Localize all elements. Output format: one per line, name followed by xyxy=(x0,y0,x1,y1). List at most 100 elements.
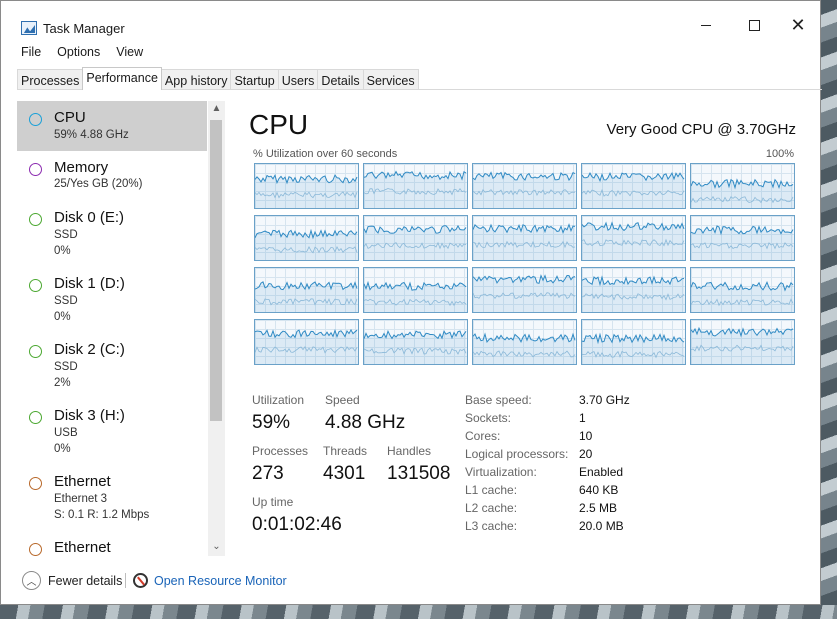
spec-label: Logical processors: xyxy=(465,447,569,461)
scroll-down-icon[interactable]: ⌄ xyxy=(211,541,222,552)
logical-processor-graph xyxy=(472,267,577,313)
menu-file[interactable]: File xyxy=(21,45,41,59)
utilization-area xyxy=(691,226,794,260)
threads-value: 4301 xyxy=(323,463,366,484)
resource-sidebar: CPU 59% 4.88 GHz Memory 25/Yes GB (20%) … xyxy=(17,99,226,557)
utilization-trace xyxy=(582,221,685,260)
utilization-value: 59% xyxy=(252,412,291,433)
close-icon: ✕ xyxy=(790,14,806,35)
sidebar-item-detail: SSD xyxy=(54,295,78,307)
utilization-trace xyxy=(255,281,358,312)
uptime-value: 0:01:02:46 xyxy=(252,514,342,535)
menu-bar: File Options View xyxy=(21,45,159,59)
maximize-icon xyxy=(748,19,760,31)
sidebar-item-disk-1[interactable]: Disk 1 (D:) SSD 0% xyxy=(17,271,207,331)
sidebar-item-ethernet-3[interactable]: Ethernet Ethernet 3 S: 0.1 R: 1.2 Mbps xyxy=(17,469,207,529)
scrollbar-thumb[interactable] xyxy=(210,120,222,421)
disk-status-dot-icon xyxy=(29,411,42,424)
utilization-trace xyxy=(255,174,358,208)
sidebar-item-detail: SSD xyxy=(54,361,78,373)
spec-value: 3.70 GHz xyxy=(579,393,630,407)
processes-label: Processes xyxy=(252,444,309,458)
minimize-icon xyxy=(701,24,711,26)
chevron-up-icon[interactable]: ︿ xyxy=(22,571,41,590)
sidebar-item-memory[interactable]: Memory 25/Yes GB (20%) xyxy=(17,155,207,199)
logical-processor-graph xyxy=(254,319,359,365)
sidebar-item-ethernet[interactable]: Ethernet xyxy=(17,535,207,557)
title-bar[interactable]: Task Manager ✕ xyxy=(1,1,820,41)
menu-options[interactable]: Options xyxy=(57,45,100,59)
threads-label: Threads xyxy=(323,444,368,458)
utilization-area xyxy=(473,172,576,208)
sidebar-item-disk-0[interactable]: Disk 0 (E:) SSD 0% xyxy=(17,205,207,265)
tab-startup[interactable]: Startup xyxy=(230,69,279,90)
logical-processor-graph xyxy=(581,215,686,261)
utilization-area xyxy=(364,225,467,260)
window-title: Task Manager xyxy=(43,21,125,36)
graph-max-label: 100% xyxy=(765,148,794,160)
scroll-up-icon[interactable]: ▲ xyxy=(211,103,222,114)
speed-label: Speed xyxy=(325,393,360,407)
spec-label: Base speed: xyxy=(465,393,532,407)
utilization-trace xyxy=(473,223,576,260)
tab-bar: Processes Performance App history Startu… xyxy=(17,67,419,90)
spec-value: 640 KB xyxy=(579,483,619,497)
sidebar-item-label: CPU xyxy=(54,109,86,126)
sidebar-item-detail: 59% 4.88 GHz xyxy=(54,129,129,141)
processes-value: 273 xyxy=(252,463,284,484)
sidebar-item-cpu[interactable]: CPU 59% 4.88 GHz xyxy=(17,101,207,151)
logical-processor-graph xyxy=(472,319,577,365)
sidebar-item-disk-3[interactable]: Disk 3 (H:) USB 0% xyxy=(17,403,207,463)
disk-status-dot-icon xyxy=(29,279,42,292)
open-resource-monitor-link[interactable]: Open Resource Monitor xyxy=(154,574,287,588)
memory-status-dot-icon xyxy=(29,163,42,176)
tab-processes[interactable]: Processes xyxy=(17,69,84,90)
sidebar-item-detail: SSD xyxy=(54,229,78,241)
cpu-model-name: Very Good CPU @ 3.70GHz xyxy=(606,121,796,138)
sidebar-scrollbar[interactable]: ▲ ⌄ xyxy=(208,101,225,556)
utilization-trace xyxy=(582,275,685,312)
spec-value: 10 xyxy=(579,429,593,443)
maximize-button[interactable] xyxy=(743,14,765,36)
close-button[interactable]: ✕ xyxy=(787,14,809,36)
spec-value: 20 xyxy=(579,447,593,461)
sidebar-item-label: Disk 3 (H:) xyxy=(54,407,125,424)
spec-value: 2.5 MB xyxy=(579,501,618,515)
tab-services[interactable]: Services xyxy=(362,69,419,90)
utilization-area xyxy=(364,171,467,208)
sidebar-item-disk-2[interactable]: Disk 2 (C:) SSD 2% xyxy=(17,337,207,397)
tab-app-history[interactable]: App history xyxy=(160,69,232,90)
sidebar-item-usage: 2% xyxy=(54,377,71,389)
spec-value: 1 xyxy=(579,411,586,425)
utilization-trace xyxy=(364,224,467,260)
speed-value: 4.88 GHz xyxy=(325,412,406,433)
spec-label: L1 cache: xyxy=(465,483,518,497)
tab-users[interactable]: Users xyxy=(277,69,319,90)
logical-processor-graph xyxy=(254,215,359,261)
utilization-trace xyxy=(364,329,467,364)
disk-status-dot-icon xyxy=(29,345,42,358)
utilization-trace xyxy=(691,225,794,260)
tab-performance[interactable]: Performance xyxy=(82,67,162,90)
task-manager-window: Task Manager ✕ File Options View Process… xyxy=(0,0,822,605)
page-title: CPU xyxy=(249,109,309,140)
utilization-area xyxy=(473,275,576,312)
utilization-trace xyxy=(691,178,794,208)
menu-view[interactable]: View xyxy=(116,45,143,59)
utilization-trace xyxy=(473,332,576,364)
logical-processor-graph xyxy=(254,163,359,209)
spec-value: Enabled xyxy=(579,465,624,479)
sidebar-item-usage: 0% xyxy=(54,443,71,455)
minimize-button[interactable] xyxy=(695,14,717,36)
logical-processor-graph xyxy=(472,215,577,261)
tab-details[interactable]: Details xyxy=(317,69,364,90)
utilization-area xyxy=(691,179,794,208)
ethernet-status-dot-icon xyxy=(29,543,42,556)
fewer-details-button[interactable]: Fewer details xyxy=(48,574,122,588)
utilization-area xyxy=(473,334,576,364)
task-manager-icon xyxy=(21,21,37,35)
logical-processor-graph xyxy=(581,163,686,209)
sidebar-item-usage: S: 0.1 R: 1.2 Mbps xyxy=(54,509,150,521)
disk-status-dot-icon xyxy=(29,213,42,226)
sidebar-item-usage: 0% xyxy=(54,245,71,257)
